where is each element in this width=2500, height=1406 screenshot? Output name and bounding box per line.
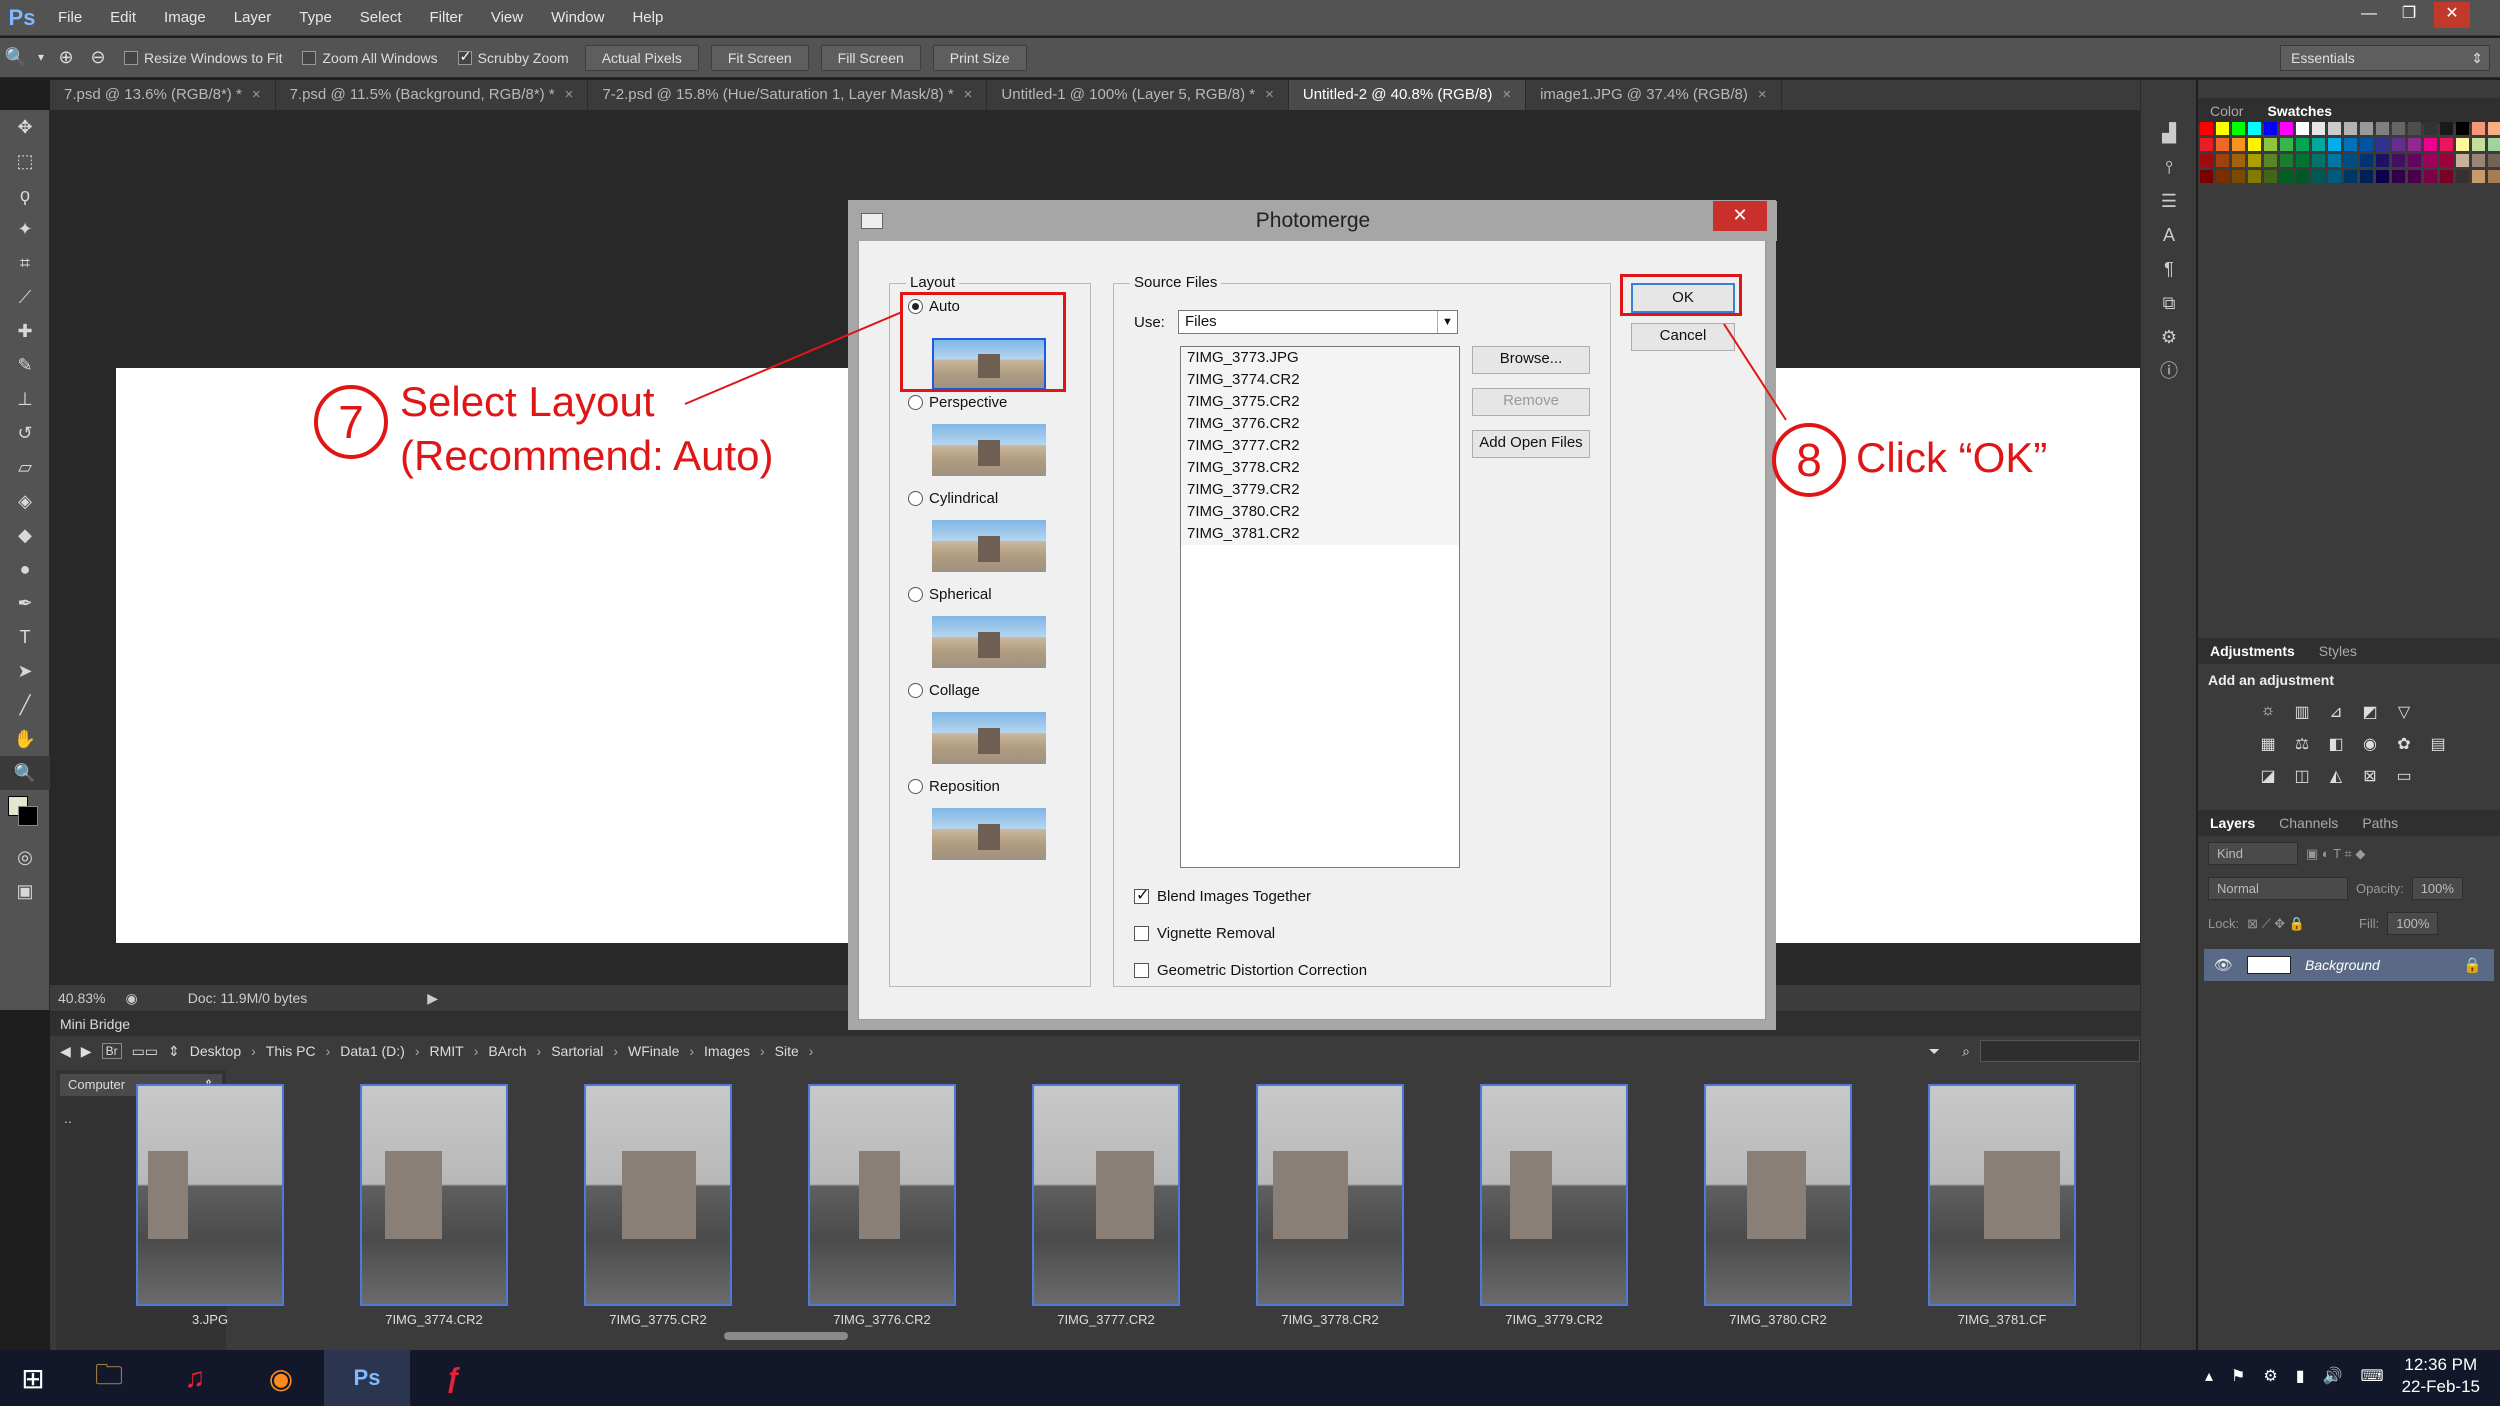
chevron-up-icon[interactable]: ▴ (2205, 1366, 2213, 1386)
system-tray: ▴ ⚑ ⚙ ▮ 🔊 ⌨ 12:36 PM 22-Feb-15 (2205, 1354, 2480, 1398)
step-7-title: Select Layout (400, 378, 655, 425)
step-8-text: Click “OK” (1856, 434, 2048, 481)
annotation-lines (684, 311, 1787, 421)
clock-date: 22-Feb-15 (2401, 1377, 2480, 1396)
flash-icon[interactable]: ƒ (410, 1350, 496, 1406)
itunes-icon[interactable]: ♫ (152, 1350, 238, 1406)
keyboard-icon[interactable]: ⌨ (2360, 1366, 2383, 1386)
signal-icon[interactable]: ▮ (2296, 1366, 2305, 1386)
flag-icon[interactable]: ⚑ (2231, 1366, 2245, 1386)
step-7-subtitle: (Recommend: Auto) (400, 432, 774, 479)
clock[interactable]: 12:36 PM 22-Feb-15 (2402, 1354, 2480, 1398)
photoshop-taskbar-icon[interactable]: Ps (324, 1350, 410, 1406)
clock-time: 12:36 PM (2404, 1355, 2478, 1374)
taskbar: ⊞ 🗀 ♫ ◉ Ps ƒ ▴ ⚑ ⚙ ▮ 🔊 ⌨ 12:36 PM 22-Feb… (0, 1350, 2500, 1406)
volume-icon[interactable]: 🔊 (2323, 1366, 2343, 1386)
network-icon[interactable]: ⚙ (2263, 1366, 2277, 1386)
annotation-line-7 (684, 311, 903, 405)
annotation-line-8 (1723, 323, 1787, 421)
step-7-badge: 7 (314, 385, 388, 459)
firefox-icon[interactable]: ◉ (238, 1350, 324, 1406)
step-8-badge: 8 (1772, 423, 1846, 497)
file-explorer-icon[interactable]: 🗀 (66, 1350, 152, 1406)
windows-start-icon[interactable]: ⊞ (0, 1350, 66, 1406)
